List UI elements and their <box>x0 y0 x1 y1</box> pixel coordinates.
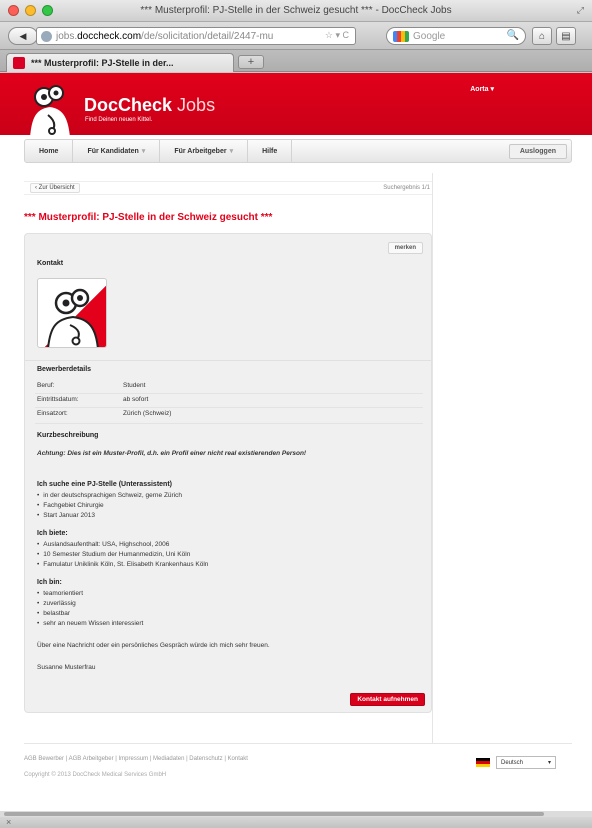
favicon-icon <box>13 57 25 69</box>
row-divider <box>35 423 423 424</box>
offer-heading: Ich biete: <box>37 530 68 537</box>
section-divider <box>25 360 431 361</box>
german-flag-icon <box>476 758 490 767</box>
list-item: Fachgebiet Chirurgie <box>37 502 103 509</box>
language-selector[interactable]: Deutsch ▾ <box>476 756 556 769</box>
breadcrumb: ‹ Zur Übersicht Suchergebnis 1/1 <box>24 181 432 195</box>
home-button[interactable]: ⌂ <box>532 27 552 45</box>
tab-title: *** Musterprofil: PJ-Stelle in der... <box>31 58 174 68</box>
sample-profile-warning: Achtung: Dies ist ein Muster-Profil, d.h… <box>37 450 307 457</box>
language-value: Deutsch <box>501 759 524 766</box>
row-divider <box>35 407 423 408</box>
copyright: Copyright © 2013 DocCheck Medical Servic… <box>24 772 167 778</box>
browser-tab[interactable]: *** Musterprofil: PJ-Stelle in der... <box>6 53 234 72</box>
window-titlebar: *** Musterprofil: PJ-Stelle in der Schwe… <box>0 0 592 22</box>
row-divider <box>35 393 423 394</box>
search-icon[interactable]: 🔍 <box>507 30 519 41</box>
avatar <box>37 278 107 348</box>
chevron-down-icon: ▾ <box>141 148 146 155</box>
detail-row: Eintrittsdatum: ab sofort <box>37 396 148 403</box>
tagline: Find Deinen neuen Kittel. <box>85 117 153 123</box>
list-item: in der deutschsprachigen Schweiz, gerne … <box>37 492 182 499</box>
address-bar[interactable]: jobs. doccheck.com /de/solicitation/deta… <box>36 27 356 45</box>
url-host: doccheck.com <box>77 30 142 42</box>
doccheck-mascot-icon[interactable] <box>22 79 78 137</box>
close-icon[interactable]: × <box>6 817 11 827</box>
bookmark-star-icon[interactable]: ☆ ▾ C <box>325 30 349 41</box>
search-placeholder: Google <box>413 30 446 42</box>
url-path: /de/solicitation/detail/2447-mu <box>141 30 274 42</box>
search-input[interactable]: Google 🔍 <box>386 27 526 45</box>
detail-row: Beruf: Student <box>37 382 145 389</box>
column-divider <box>432 173 433 743</box>
detail-key: Eintrittsdatum: <box>37 396 79 403</box>
nav-employers[interactable]: Für Arbeitgeber ▾ <box>160 140 249 162</box>
bookmark-button[interactable]: merken <box>387 242 423 254</box>
page-title: *** Musterprofil: PJ-Stelle in der Schwe… <box>24 212 273 223</box>
logout-button[interactable]: Ausloggen <box>508 143 567 159</box>
list-item: Famulatur Uniklinik Köln, St. Elisabeth … <box>37 561 208 568</box>
list-item: teamorientiert <box>37 590 83 597</box>
chevron-down-icon: ▾ <box>490 86 494 93</box>
language-select[interactable]: Deutsch ▾ <box>496 756 556 769</box>
footer: AGB Bewerber | AGB Arbeitgeber | Impress… <box>24 743 572 787</box>
nav-help[interactable]: Hilfe <box>248 140 293 162</box>
brand-sub: Jobs <box>177 95 216 115</box>
back-button[interactable]: ◀ <box>8 27 38 45</box>
detail-row: Einsatzort: Zürich (Schweiz) <box>37 410 171 417</box>
user-name: Aorta <box>470 86 489 93</box>
signature: Susanne Musterfrau <box>37 664 96 671</box>
detail-key: Beruf: <box>37 382 55 389</box>
detail-value: Student <box>123 382 146 389</box>
seeking-heading: Ich suche eine PJ-Stelle (Unterassistent… <box>37 481 172 488</box>
user-menu[interactable]: Aorta ▾ <box>470 85 494 93</box>
brand-main: DocCheck <box>84 95 173 115</box>
detail-value: Zürich (Schweiz) <box>123 410 172 417</box>
scroll-thumb[interactable] <box>4 812 544 816</box>
summary-heading: Kurzbeschreibung <box>37 432 99 439</box>
list-item: zuverlässig <box>37 600 76 607</box>
contact-button[interactable]: Kontakt aufnehmen <box>350 693 425 706</box>
contact-heading: Kontakt <box>37 260 64 267</box>
closing-text: Über eine Nachricht oder ein persönliche… <box>37 642 270 649</box>
status-bar: × <box>0 817 592 828</box>
google-icon <box>393 30 409 42</box>
details-heading: Bewerberdetails <box>37 366 92 373</box>
nav-candidates-label: Für Kandidaten <box>87 147 139 155</box>
menu-button[interactable]: ▤ <box>556 27 576 45</box>
list-item: sehr an neuem Wissen interessiert <box>37 620 143 627</box>
nav-employers-label: Für Arbeitgeber <box>174 147 227 155</box>
new-tab-button[interactable]: + <box>238 55 264 69</box>
fullscreen-icon[interactable]: ⤢ <box>577 5 584 16</box>
detail-value: ab sofort <box>123 396 149 403</box>
window-title: *** Musterprofil: PJ-Stelle in der Schwe… <box>140 5 452 16</box>
list-item: 10 Semester Studium der Humanmedizin, Un… <box>37 551 190 558</box>
web-page: DocCheck Jobs Find Deinen neuen Kittel. … <box>0 73 592 813</box>
main-navigation: Home Für Kandidaten ▾ Für Arbeitgeber ▾ … <box>24 139 572 163</box>
back-to-overview-link[interactable]: ‹ Zur Übersicht <box>30 183 80 193</box>
result-count: Suchergebnis 1/1 <box>383 185 430 191</box>
traits-heading: Ich bin: <box>37 579 62 586</box>
site-header: DocCheck Jobs Find Deinen neuen Kittel. … <box>0 73 592 137</box>
chevron-down-icon: ▾ <box>229 148 234 155</box>
footer-links[interactable]: AGB Bewerber | AGB Arbeitgeber | Impress… <box>24 756 248 762</box>
url-prefix: jobs. <box>56 30 78 42</box>
globe-icon <box>41 30 52 42</box>
tab-bar: *** Musterprofil: PJ-Stelle in der... + <box>0 50 592 72</box>
list-item: Auslandsaufenthalt: USA, Highschool, 200… <box>37 541 169 548</box>
site-logo[interactable]: DocCheck Jobs <box>84 95 215 116</box>
list-item: belastbar <box>37 610 70 617</box>
detail-key: Einsatzort: <box>37 410 68 417</box>
mascot-avatar-icon <box>47 288 99 347</box>
list-item: Start Januar 2013 <box>37 512 95 519</box>
nav-home[interactable]: Home <box>25 140 74 162</box>
browser-navbar: ◀ jobs. doccheck.com /de/solicitation/de… <box>0 22 592 50</box>
profile-card: merken Kontakt Bewerberdetails Beruf: St… <box>24 233 432 713</box>
chevron-down-icon: ▾ <box>547 760 551 766</box>
nav-candidates[interactable]: Für Kandidaten ▾ <box>73 140 161 162</box>
